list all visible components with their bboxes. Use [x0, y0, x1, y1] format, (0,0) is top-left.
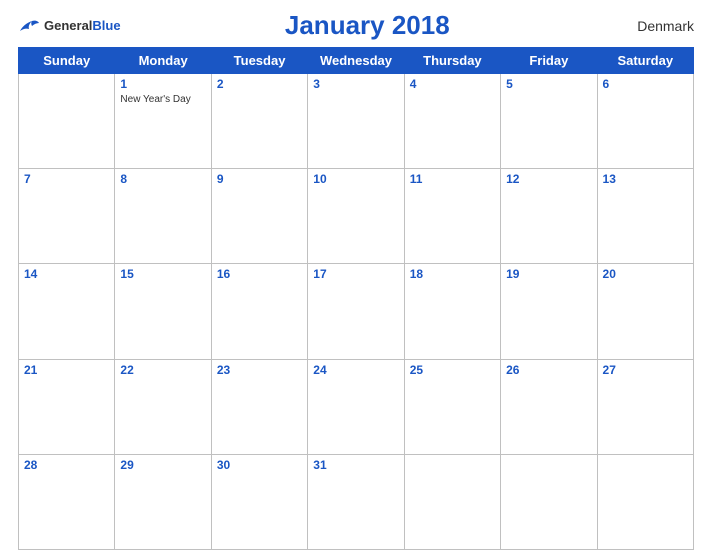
day-number: 1 — [120, 77, 205, 91]
calendar-day-cell: 30 — [211, 454, 307, 549]
day-number: 16 — [217, 267, 302, 281]
day-number: 29 — [120, 458, 205, 472]
day-number: 2 — [217, 77, 302, 91]
calendar-day-cell: 19 — [501, 264, 597, 359]
calendar-day-cell: 28 — [19, 454, 115, 549]
calendar-day-cell: 16 — [211, 264, 307, 359]
day-of-week-header: Wednesday — [308, 48, 404, 74]
calendar-day-cell: 12 — [501, 169, 597, 264]
calendar-day-cell: 18 — [404, 264, 500, 359]
calendar-week-row: 789 10 11 12 13 — [19, 169, 694, 264]
day-of-week-header: Saturday — [597, 48, 693, 74]
calendar-day-cell: 15 — [115, 264, 211, 359]
day-number: 17 — [313, 267, 398, 281]
calendar-day-cell — [597, 454, 693, 549]
calendar-day-cell — [404, 454, 500, 549]
day-number: 24 — [313, 363, 398, 377]
logo: GeneralBlue — [18, 17, 121, 35]
day-number: 10 — [313, 172, 398, 186]
day-number: 9 — [217, 172, 302, 186]
calendar-table: SundayMondayTuesdayWednesdayThursdayFrid… — [18, 47, 694, 550]
calendar-day-cell: 3 — [308, 74, 404, 169]
calendar-day-cell — [19, 74, 115, 169]
logo-bird-icon — [18, 17, 40, 35]
calendar-day-cell: 13 — [597, 169, 693, 264]
day-of-week-header: Sunday — [19, 48, 115, 74]
calendar-day-cell: 21 — [19, 359, 115, 454]
day-number: 13 — [603, 172, 688, 186]
calendar-week-row: 28 29 30 31 — [19, 454, 694, 549]
calendar-day-cell: 23 — [211, 359, 307, 454]
calendar-day-cell: 1 New Year's Day — [115, 74, 211, 169]
calendar-day-cell: 8 — [115, 169, 211, 264]
calendar-title: January 2018 — [121, 10, 614, 41]
day-number: 15 — [120, 267, 205, 281]
day-number: 25 — [410, 363, 495, 377]
calendar-day-cell: 20 — [597, 264, 693, 359]
calendar-body: 1New Year's Day2345678910111213141516171… — [19, 74, 694, 550]
day-of-week-header: Monday — [115, 48, 211, 74]
day-number: 3 — [313, 77, 398, 91]
calendar-week-row: 21 22 23 24 25 26 27 — [19, 359, 694, 454]
calendar-day-cell: 7 — [19, 169, 115, 264]
day-number: 27 — [603, 363, 688, 377]
calendar-week-row: 14 15 16 17 18 19 20 — [19, 264, 694, 359]
day-number: 14 — [24, 267, 109, 281]
calendar-day-cell: 10 — [308, 169, 404, 264]
days-of-week-row: SundayMondayTuesdayWednesdayThursdayFrid… — [19, 48, 694, 74]
logo-text: GeneralBlue — [44, 17, 121, 35]
day-number: 7 — [24, 172, 109, 186]
day-number: 12 — [506, 172, 591, 186]
day-of-week-header: Tuesday — [211, 48, 307, 74]
calendar-header-row: SundayMondayTuesdayWednesdayThursdayFrid… — [19, 48, 694, 74]
day-number: 19 — [506, 267, 591, 281]
calendar-day-cell: 17 — [308, 264, 404, 359]
calendar-day-cell: 25 — [404, 359, 500, 454]
calendar-day-cell: 14 — [19, 264, 115, 359]
day-number: 18 — [410, 267, 495, 281]
calendar-day-cell: 5 — [501, 74, 597, 169]
calendar-day-cell: 26 — [501, 359, 597, 454]
day-number: 6 — [603, 77, 688, 91]
calendar-day-cell: 24 — [308, 359, 404, 454]
calendar-day-cell: 4 — [404, 74, 500, 169]
calendar-day-cell: 27 — [597, 359, 693, 454]
day-number: 26 — [506, 363, 591, 377]
calendar-day-cell: 2 — [211, 74, 307, 169]
calendar-week-row: 1 New Year's Day 23456 — [19, 74, 694, 169]
day-number: 20 — [603, 267, 688, 281]
calendar-day-cell: 6 — [597, 74, 693, 169]
holiday-label: New Year's Day — [120, 93, 205, 106]
calendar-day-cell: 22 — [115, 359, 211, 454]
day-number: 22 — [120, 363, 205, 377]
day-number: 4 — [410, 77, 495, 91]
day-number: 11 — [410, 172, 495, 186]
day-number: 5 — [506, 77, 591, 91]
calendar-day-cell: 9 — [211, 169, 307, 264]
day-number: 8 — [120, 172, 205, 186]
country-label: Denmark — [614, 18, 694, 34]
calendar-header: GeneralBlue January 2018 Denmark — [0, 0, 712, 47]
day-number: 28 — [24, 458, 109, 472]
calendar-day-cell: 31 — [308, 454, 404, 549]
calendar-day-cell: 11 — [404, 169, 500, 264]
day-of-week-header: Thursday — [404, 48, 500, 74]
calendar-day-cell: 29 — [115, 454, 211, 549]
calendar-day-cell — [501, 454, 597, 549]
day-number: 23 — [217, 363, 302, 377]
day-number: 31 — [313, 458, 398, 472]
day-number: 21 — [24, 363, 109, 377]
day-number: 30 — [217, 458, 302, 472]
day-of-week-header: Friday — [501, 48, 597, 74]
